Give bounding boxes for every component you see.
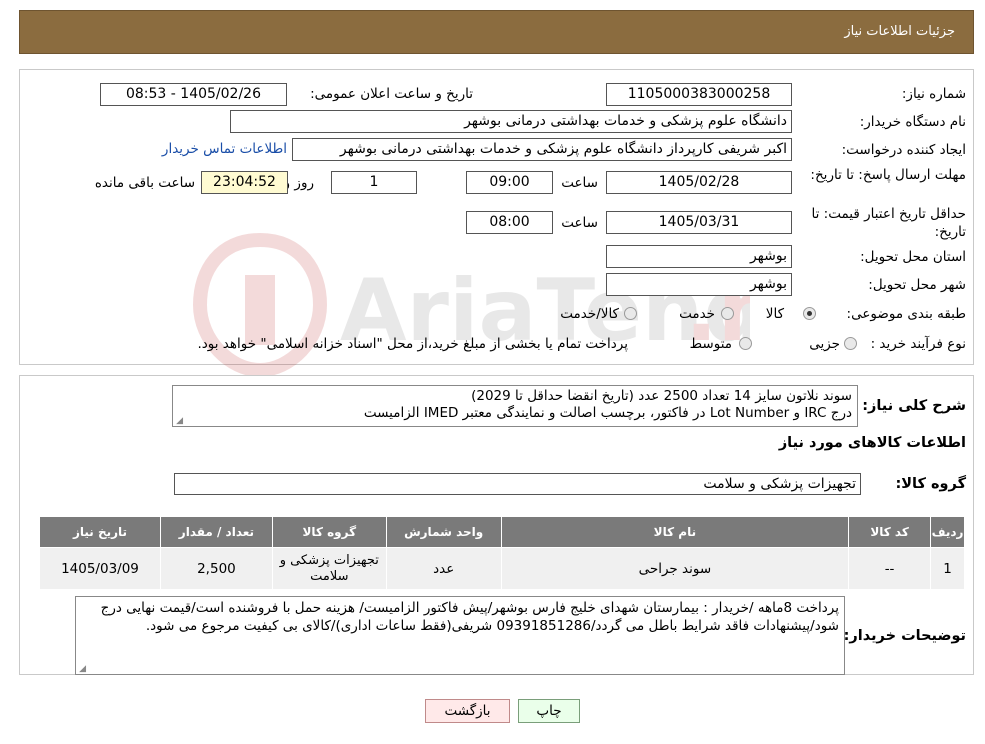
cell-code: --: [848, 547, 932, 590]
resize-handle-icon[interactable]: ◢: [78, 665, 86, 674]
cell-unit: عدد: [385, 547, 502, 590]
deadline-time-label: ساعت: [561, 175, 598, 191]
col-unit: واحد شمارش: [385, 516, 502, 548]
need-number-field[interactable]: 1105000383000258: [606, 83, 792, 106]
process-option-medium: متوسط: [689, 336, 732, 352]
province-field[interactable]: بوشهر: [606, 245, 792, 268]
process-note: پرداخت تمام یا بخشی از مبلغ خرید،از محل …: [197, 336, 628, 352]
process-option-minor: جزیی: [809, 336, 840, 352]
province-label: استان محل تحویل:: [860, 249, 966, 265]
category-option-service: خدمت: [679, 306, 715, 322]
summary-label: شرح کلی نیاز:: [862, 398, 966, 414]
category-radio-service[interactable]: [721, 307, 734, 320]
cell-row: 1: [930, 547, 965, 590]
category-radio-goods-service[interactable]: [624, 307, 637, 320]
resize-handle-icon[interactable]: ◢: [175, 417, 183, 426]
buyer-contact-link[interactable]: اطلاعات تماس خریدار: [162, 141, 287, 157]
category-option-goods-service: کالا/خدمت: [560, 306, 619, 322]
validity-time-label: ساعت: [561, 215, 598, 231]
cell-name: سوند جراحی: [500, 547, 850, 590]
summary-textarea[interactable]: سوند نلاتون سایز 14 تعداد 2500 عدد (تاری…: [172, 385, 858, 427]
creator-label: ایجاد کننده درخواست:: [841, 142, 966, 158]
back-button[interactable]: بازگشت: [425, 699, 510, 723]
buyer-field[interactable]: دانشگاه علوم پزشکی و خدمات بهداشتی درمان…: [230, 110, 792, 133]
page-title: جزئیات اطلاعات نیاز: [844, 24, 955, 39]
remaining-days-field[interactable]: 1: [331, 171, 417, 194]
announce-label: تاریخ و ساعت اعلان عمومی:: [310, 86, 473, 102]
col-row: ردیف: [930, 516, 965, 548]
col-name: نام کالا: [500, 516, 850, 548]
category-option-goods: کالا: [765, 306, 784, 322]
goods-group-field[interactable]: تجهیزات پزشکی و سلامت: [174, 473, 861, 495]
buyer-notes-textarea[interactable]: پرداخت 8ماهه /خریدار : بیمارستان شهدای خ…: [75, 596, 845, 675]
cell-qty: 2,500: [159, 547, 273, 590]
process-label: نوع فرآیند خرید :: [870, 336, 966, 352]
goods-group-label: گروه کالا:: [895, 476, 966, 492]
goods-table-header: ردیف کد کالا نام کالا واحد شمارش گروه کا…: [39, 516, 965, 548]
col-code: کد کالا: [848, 516, 932, 548]
validity-time-field[interactable]: 08:00: [466, 211, 553, 234]
category-label: طبقه بندی موضوعی:: [846, 306, 966, 322]
announce-datetime-field[interactable]: 1405/02/26 - 08:53: [100, 83, 287, 106]
buyer-notes-text: پرداخت 8ماهه /خریدار : بیمارستان شهدای خ…: [100, 600, 839, 634]
days-label: روز و: [283, 175, 314, 191]
creator-field[interactable]: اکبر شریفی کارپرداز دانشگاه علوم پزشکی و…: [292, 138, 792, 161]
table-row[interactable]: 1 -- سوند جراحی عدد تجهیزات پزشکی و سلام…: [39, 547, 965, 590]
category-radio-goods[interactable]: [803, 307, 816, 320]
col-date: تاریخ نیاز: [39, 516, 161, 548]
deadline-time-field[interactable]: 09:00: [466, 171, 553, 194]
remaining-time-label: ساعت باقی مانده: [94, 175, 195, 191]
buyer-label: نام دستگاه خریدار:: [859, 114, 966, 130]
city-label: شهر محل تحویل:: [868, 277, 966, 293]
price-validity-label: حداقل تاریخ اعتبار قیمت: تا تاریخ:: [811, 206, 966, 240]
col-group: گروه کالا: [271, 516, 387, 548]
buyer-notes-label: توضیحات خریدار:: [843, 628, 966, 644]
goods-table: ردیف کد کالا نام کالا واحد شمارش گروه کا…: [39, 516, 965, 590]
deadline-label: مهلت ارسال پاسخ: تا تاریخ:: [810, 167, 966, 183]
summary-line-1: سوند نلاتون سایز 14 تعداد 2500 عدد (تاری…: [471, 388, 852, 404]
deadline-date-field[interactable]: 1405/02/28: [606, 171, 792, 194]
process-radio-medium[interactable]: [739, 337, 752, 350]
col-qty: تعداد / مقدار: [159, 516, 273, 548]
remaining-time-field: 23:04:52: [201, 171, 288, 194]
validity-date-field[interactable]: 1405/03/31: [606, 211, 792, 234]
goods-section-title: اطلاعات کالاهای مورد نیاز: [778, 435, 966, 451]
print-button[interactable]: چاپ: [518, 699, 580, 723]
cell-group: تجهیزات پزشکی و سلامت: [271, 547, 387, 590]
city-field[interactable]: بوشهر: [606, 273, 792, 296]
process-radio-minor[interactable]: [844, 337, 857, 350]
need-number-label: شماره نیاز:: [901, 86, 966, 102]
summary-line-2: درج IRC و Lot Number در فاکتور، برچسب اص…: [363, 405, 852, 421]
page-header: جزئیات اطلاعات نیاز: [19, 10, 974, 54]
cell-date: 1405/03/09: [39, 547, 161, 590]
